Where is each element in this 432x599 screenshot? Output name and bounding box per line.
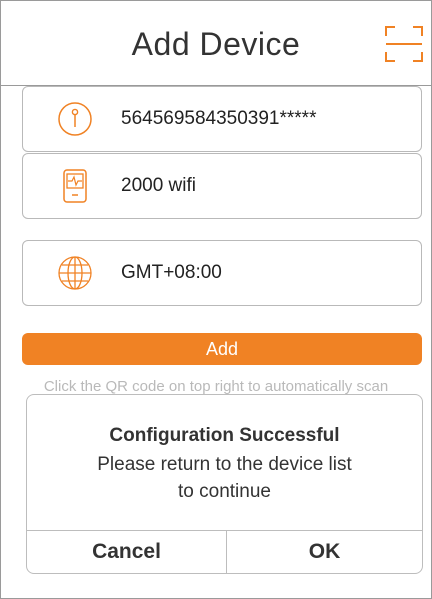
qr-scan-icon	[385, 26, 423, 62]
dialog-message: Please return to the device list to cont…	[27, 451, 422, 505]
header-bar: Add Device	[0, 0, 432, 86]
device-model-icon	[57, 168, 93, 204]
cancel-button[interactable]: Cancel	[27, 531, 226, 573]
device-id-field[interactable]: 564569584350391*****	[22, 86, 422, 152]
qr-scan-button[interactable]	[384, 24, 424, 64]
device-model-field[interactable]: 2000 wifi	[22, 153, 422, 219]
timezone-field[interactable]: GMT+08:00	[22, 240, 422, 306]
add-button[interactable]: Add	[22, 333, 422, 365]
success-dialog: Configuration Successful Please return t…	[26, 394, 423, 574]
device-id-value: 564569584350391*****	[121, 108, 317, 129]
globe-icon	[57, 255, 93, 291]
ok-button[interactable]: OK	[227, 531, 422, 573]
dialog-title: Configuration Successful	[109, 425, 340, 446]
dialog-message-line1: Please return to the device list	[97, 454, 352, 475]
page-title: Add Device	[131, 26, 301, 62]
device-id-icon	[57, 101, 93, 137]
dialog-message-line2: to continue	[178, 481, 271, 502]
timezone-value: GMT+08:00	[121, 262, 222, 283]
scan-hint-text: Click the QR code on top right to automa…	[43, 378, 389, 395]
device-model-value: 2000 wifi	[121, 175, 196, 196]
